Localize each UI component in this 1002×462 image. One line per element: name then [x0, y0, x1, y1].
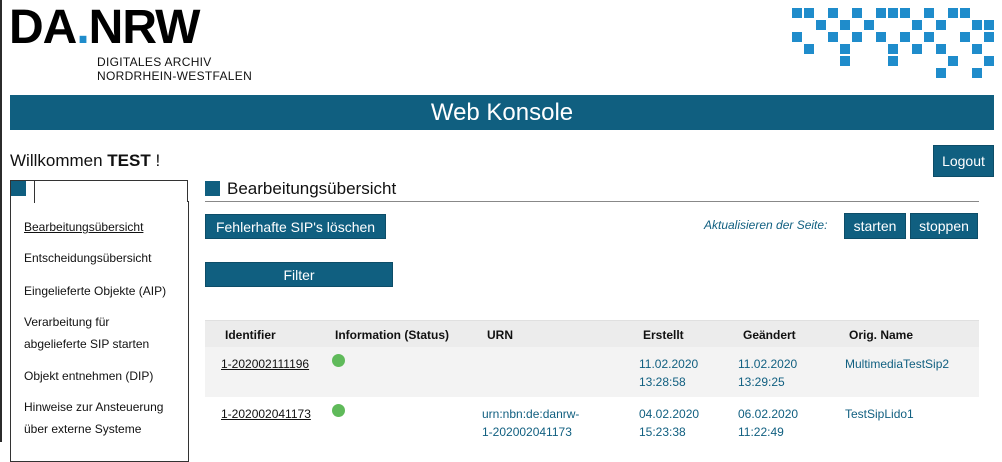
window-edge [0, 0, 2, 442]
row-created-date: 04.02.2020 [639, 407, 700, 421]
column-header-urn[interactable]: URN [487, 328, 513, 342]
filter-button[interactable]: Filter [205, 262, 393, 287]
row-changed-time: 11:22:49 [738, 425, 784, 439]
column-header-identifier[interactable]: Identifier [225, 328, 276, 342]
row-changed-date: 06.02.2020 [738, 407, 799, 421]
row-urn-line2: 1-202002041173 [482, 425, 572, 439]
sidebar-item-bearbeitungsuebersicht[interactable]: Bearbeitungsübersicht [24, 216, 184, 238]
welcome-prefix: Willkommen [10, 151, 103, 170]
sidebar-item-label-line2: abgelieferte SIP starten [24, 337, 150, 351]
row-created: 04.02.2020 15:23:38 [639, 405, 699, 441]
banner-title: Web Konsole [430, 99, 574, 126]
pixel-pattern-logo [792, 8, 994, 78]
sidebar-item-label: Hinweise zur Ansteuerung [24, 400, 164, 414]
sidebar-tab-square-icon [11, 181, 26, 196]
page-title: Bearbeitungsübersicht [227, 179, 397, 198]
logo-nrw: NRW [88, 1, 201, 54]
sidebar-item-label-line2: über externe Systeme [24, 422, 142, 436]
sidebar-top-border [33, 180, 188, 181]
logo-title: DA.NRW [9, 1, 201, 54]
row-created: 11.02.2020 13:28:58 [639, 355, 698, 391]
page-banner: Web Konsole [10, 95, 994, 130]
logo-subtitle-line2: NORDRHEIN-WESTFALEN [97, 69, 253, 83]
column-header-status[interactable]: Information (Status) [335, 328, 449, 342]
sidebar-item-objekt-entnehmen[interactable]: Objekt entnehmen (DIP) [24, 365, 184, 387]
welcome-suffix: ! [155, 151, 161, 170]
row-identifier-link[interactable]: 1-202002041173 [221, 405, 311, 423]
row-created-time: 13:28:58 [639, 375, 686, 389]
row-urn-line1: urn:nbn:de:danrw- [482, 407, 580, 421]
da-nrw-logo: DA.NRW DIGITALES ARCHIV NORDRHEIN-WESTFA… [9, 1, 252, 84]
sidebar-right-border [187, 180, 188, 202]
row-changed: 11.02.2020 13:29:25 [738, 355, 797, 391]
row-orig-name: MultimediaTestSip2 [845, 357, 950, 371]
refresh-stop-button[interactable]: stoppen [910, 213, 978, 239]
refresh-label: Aktualisieren der Seite: [704, 218, 828, 232]
delete-faulty-sips-button[interactable]: Fehlerhafte SIP's löschen [205, 214, 386, 239]
row-created-date: 11.02.2020 [639, 357, 699, 371]
logo-da: DA [9, 1, 77, 54]
sidebar-item-verarbeitung-sip[interactable]: Verarbeitung für abgelieferte SIP starte… [24, 311, 184, 355]
welcome-username: TEST [107, 151, 151, 170]
row-changed-date: 11.02.2020 [738, 357, 798, 371]
refresh-start-button[interactable]: starten [844, 213, 906, 239]
row-urn: urn:nbn:de:danrw- 1-202002041173 [482, 405, 579, 441]
sidebar-item-eingelieferte-objekte[interactable]: Eingelieferte Objekte (AIP) [24, 280, 184, 302]
column-header-created[interactable]: Erstellt [643, 328, 684, 342]
row-orig-name: TestSipLido1 [845, 407, 914, 421]
sidebar-item-label: Verarbeitung für [24, 315, 110, 329]
row-created-time: 15:23:38 [639, 425, 686, 439]
section-square-icon [205, 181, 220, 196]
welcome-message: Willkommen TEST ! [10, 151, 160, 171]
row-changed: 06.02.2020 11:22:49 [738, 405, 798, 441]
sidebar-item-hinweise-ansteuerung[interactable]: Hinweise zur Ansteuerung über externe Sy… [24, 396, 184, 440]
status-green-dot-icon [332, 404, 345, 417]
column-header-orig-name[interactable]: Orig. Name [849, 328, 913, 342]
status-green-dot-icon [332, 354, 345, 367]
logout-button[interactable]: Logout [933, 145, 994, 177]
logo-subtitle: DIGITALES ARCHIV NORDRHEIN-WESTFALEN [97, 55, 252, 83]
column-header-changed[interactable]: Geändert [743, 328, 796, 342]
sidebar-item-entscheidungsuebersicht[interactable]: Entscheidungsübersicht [24, 247, 184, 269]
row-changed-time: 13:29:25 [738, 375, 785, 389]
row-identifier-link[interactable]: 1-202002111196 [221, 355, 309, 373]
table-header: Identifier Information (Status) URN Erst… [205, 320, 979, 348]
logo-dot: . [76, 1, 89, 54]
sidebar-tab [10, 180, 35, 203]
logo-subtitle-line1: DIGITALES ARCHIV [97, 55, 212, 69]
section-divider [205, 201, 979, 202]
